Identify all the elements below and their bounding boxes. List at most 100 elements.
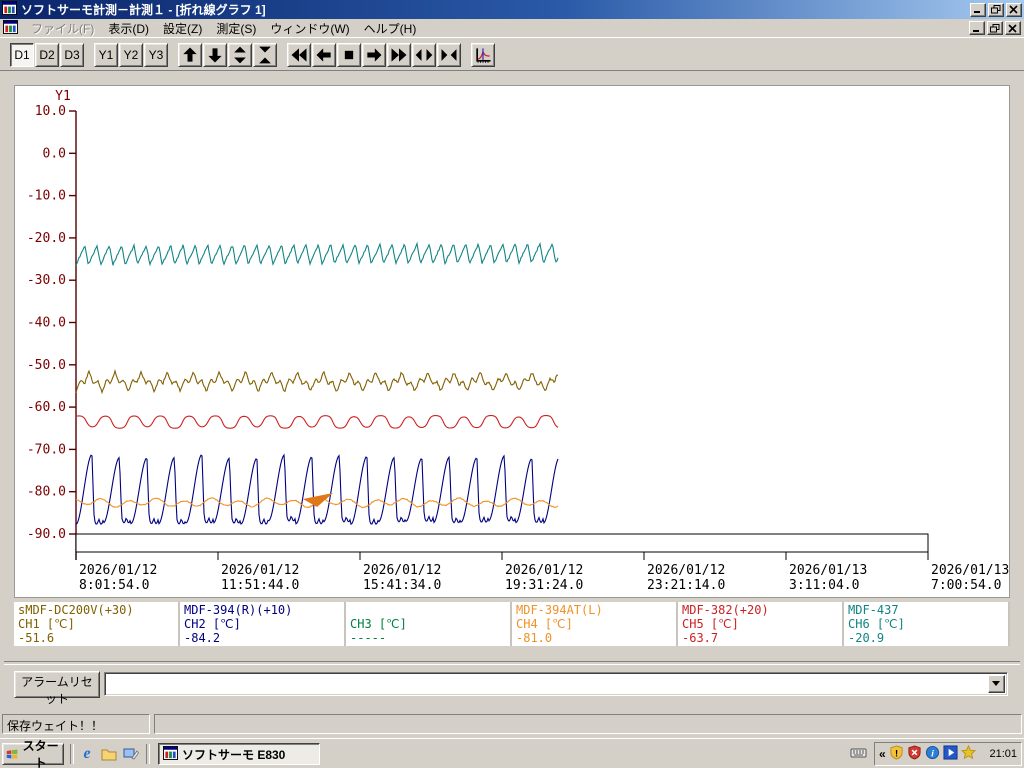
menu-item-file[interactable]: ファイル(F) bbox=[24, 18, 101, 39]
svg-text:-80.0: -80.0 bbox=[27, 485, 66, 500]
menu-item-settings[interactable]: 設定(Z) bbox=[156, 18, 209, 39]
svg-text:0.0: 0.0 bbox=[43, 146, 66, 161]
title-bar: ソフトサーモ計測－計測１ - [折れ線グラフ 1] bbox=[0, 0, 1024, 19]
channel-label: CH5 [℃] bbox=[682, 617, 739, 631]
toolbar-button-scroll-up[interactable] bbox=[178, 42, 202, 67]
channel-name: MDF-394(R)(+10) bbox=[184, 603, 293, 617]
svg-text:-40.0: -40.0 bbox=[27, 316, 66, 331]
toolbar-button-step-backward[interactable] bbox=[312, 42, 336, 67]
toolbar-button-y3[interactable]: Y3 bbox=[144, 42, 168, 67]
tray-collapse-chevron[interactable]: « bbox=[879, 747, 886, 761]
toolbar-button-y1[interactable]: Y1 bbox=[94, 42, 118, 67]
toolbar-button-d3[interactable]: D3 bbox=[60, 42, 84, 67]
mdi-close-button[interactable] bbox=[1005, 21, 1021, 35]
restore-button[interactable] bbox=[988, 2, 1004, 17]
svg-text:i: i bbox=[931, 748, 934, 758]
legend-cell-ch1: sMDF-DC200V(+30) CH1 [℃] -51.6 bbox=[14, 602, 178, 646]
line-chart-panel: 10.0 0.0 -10.0 -20.0 -30.0 -40.0 -50.0 -60.0 -70… bbox=[14, 85, 1010, 598]
curve-ch6 bbox=[75, 241, 559, 267]
curve-ch1 bbox=[75, 368, 559, 395]
channel-name: MDF-437 bbox=[848, 603, 899, 617]
combo-dropdown-button[interactable] bbox=[988, 675, 1005, 693]
screen: ソフトサーモ計測－計測１ - [折れ線グラフ 1] ファイル(F) 表示(D) 設定… bbox=[0, 0, 1024, 768]
svg-text:7:00:54.0: 7:00:54.0 bbox=[931, 578, 1001, 593]
svg-text:2026/01/13: 2026/01/13 bbox=[931, 563, 1009, 578]
curve-ch5 bbox=[75, 415, 559, 429]
toolbar-button-expand-y[interactable] bbox=[228, 42, 252, 67]
info-balloon-icon[interactable]: i bbox=[925, 745, 940, 763]
folder-icon[interactable] bbox=[100, 745, 118, 763]
legend-cell-ch3: CH3 [℃] ----- bbox=[346, 602, 510, 646]
menu-item-window[interactable]: ウィンドウ(W) bbox=[263, 18, 356, 39]
ie-icon[interactable]: e bbox=[78, 745, 96, 763]
close-button[interactable] bbox=[1006, 2, 1022, 17]
channel-value: -20.9 bbox=[848, 631, 885, 645]
expand-vertical-icon bbox=[234, 46, 246, 63]
svg-text:-30.0: -30.0 bbox=[27, 273, 66, 288]
shield-error-icon[interactable] bbox=[907, 745, 922, 763]
app-icon bbox=[2, 1, 17, 18]
channel-label: CH3 [℃] bbox=[350, 617, 407, 631]
alarm-combo-box[interactable] bbox=[104, 672, 1008, 696]
star-icon[interactable] bbox=[960, 744, 976, 763]
keyboard-icon[interactable] bbox=[850, 746, 867, 762]
toolbar-button-d1[interactable]: D1 bbox=[10, 42, 34, 67]
channel-name bbox=[350, 603, 506, 617]
svg-text:2026/01/12: 2026/01/12 bbox=[363, 563, 441, 578]
status-bar: 保存ウェイト！！ bbox=[0, 710, 1024, 738]
shield-warning-icon[interactable]: ! bbox=[889, 745, 904, 763]
task-button-softthermo[interactable]: ソフトサーモ E830 bbox=[158, 743, 320, 765]
channel-name: MDF-394AT(L) bbox=[516, 603, 603, 617]
alarm-reset-button[interactable]: アラームリセット bbox=[14, 671, 100, 706]
mdi-restore-button[interactable] bbox=[987, 21, 1003, 35]
toolbar-button-scroll-down[interactable] bbox=[203, 42, 227, 67]
line-chart: 10.0 0.0 -10.0 -20.0 -30.0 -40.0 -50.0 -60.0 -70… bbox=[27, 89, 1009, 593]
svg-text:2026/01/12: 2026/01/12 bbox=[79, 563, 157, 578]
svg-text:-20.0: -20.0 bbox=[27, 231, 66, 246]
up-arrow-icon bbox=[183, 47, 197, 62]
curve-ch2 bbox=[75, 453, 559, 526]
show-desktop-icon[interactable] bbox=[122, 745, 140, 763]
channel-value: -63.7 bbox=[682, 631, 719, 645]
channel-label: CH2 [℃] bbox=[184, 617, 241, 631]
down-arrow-icon bbox=[208, 47, 222, 62]
os-taskbar: スタート e ソフトサーモ E830 « ! i 21:01 bbox=[0, 738, 1024, 768]
channel-value: ----- bbox=[350, 631, 387, 645]
channel-name: sMDF-DC200V(+30) bbox=[18, 603, 134, 617]
toolbar-button-fast-forward[interactable] bbox=[387, 42, 411, 67]
svg-text:2026/01/12: 2026/01/12 bbox=[505, 563, 583, 578]
collapse-horizontal-icon bbox=[441, 48, 457, 61]
toolbar: D1 D2 D3 Y1 Y2 Y3 bbox=[0, 39, 1024, 71]
window-title: ソフトサーモ計測－計測１ - [折れ線グラフ 1] bbox=[21, 3, 266, 17]
toolbar-button-step-forward[interactable] bbox=[362, 42, 386, 67]
toolbar-button-y2[interactable]: Y2 bbox=[119, 42, 143, 67]
collapse-vertical-icon bbox=[259, 46, 271, 63]
mdi-minimize-button[interactable] bbox=[969, 21, 985, 35]
toolbar-button-d2[interactable]: D2 bbox=[35, 42, 59, 67]
toolbar-button-graph-settings[interactable] bbox=[471, 42, 495, 67]
task-button-label: ソフトサーモ E830 bbox=[182, 747, 286, 762]
left-arrow-icon bbox=[316, 47, 331, 62]
start-button[interactable]: スタート bbox=[2, 739, 64, 768]
line-graph-icon bbox=[476, 47, 491, 63]
toolbar-button-expand-x[interactable] bbox=[412, 42, 436, 67]
menu-item-measure[interactable]: 測定(S) bbox=[209, 18, 263, 39]
play-indicator-icon[interactable] bbox=[943, 745, 958, 763]
menu-item-help[interactable]: ヘルプ(H) bbox=[357, 18, 424, 39]
toolbar-button-compress-y[interactable] bbox=[253, 42, 277, 67]
windows-logo-icon bbox=[6, 749, 18, 759]
tray-clock: 21:01 bbox=[989, 748, 1017, 760]
toolbar-button-fast-backward[interactable] bbox=[287, 42, 311, 67]
time-range-box[interactable] bbox=[75, 533, 929, 553]
svg-text:-50.0: -50.0 bbox=[27, 358, 66, 373]
toolbar-button-stop[interactable] bbox=[337, 42, 361, 67]
svg-text:8:01:54.0: 8:01:54.0 bbox=[79, 578, 149, 593]
svg-text:-10.0: -10.0 bbox=[27, 189, 66, 204]
svg-text:-90.0: -90.0 bbox=[27, 527, 66, 542]
system-tray: « ! i 21:01 bbox=[874, 742, 1022, 766]
minimize-button[interactable] bbox=[970, 2, 986, 17]
toolbar-button-compress-x[interactable] bbox=[437, 42, 461, 67]
channel-label: CH6 [℃] bbox=[848, 617, 905, 631]
channel-legend: sMDF-DC200V(+30) CH1 [℃] -51.6 MDF-394(R)(+… bbox=[14, 602, 1010, 646]
menu-item-view[interactable]: 表示(D) bbox=[101, 18, 156, 39]
